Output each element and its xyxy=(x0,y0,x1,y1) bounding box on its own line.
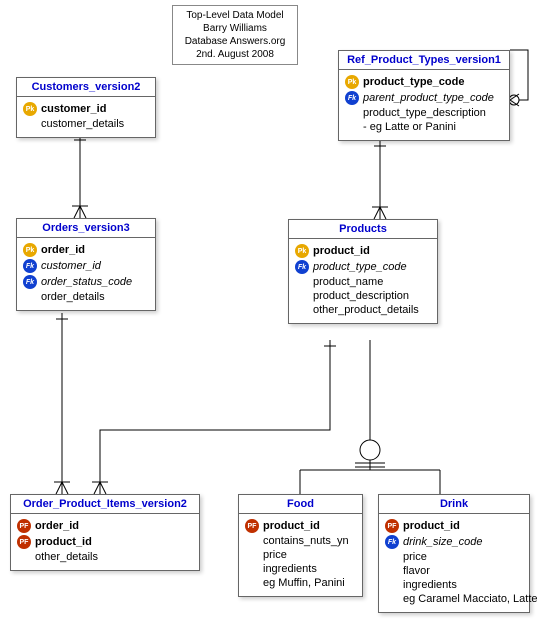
entity-products: Products Pk product_id Fk product_type_code… xyxy=(288,219,438,324)
attribute-row: Pk customer_id xyxy=(23,101,149,117)
attribute-row: PF order_id xyxy=(17,518,193,534)
attribute-label: contains_nuts_yn xyxy=(263,535,349,547)
attribute-label: product_id xyxy=(313,245,370,257)
attribute-label: product_type_code xyxy=(313,261,407,273)
entity-order-product-items: Order_Product_Items_version2 PForder_idP… xyxy=(10,494,200,571)
attribute-row: Pk order_id xyxy=(23,242,149,258)
attribute-label: customer_id xyxy=(41,103,106,115)
entity-body: PF product_id Fk drink_size_codeprice flavor… xyxy=(379,514,529,612)
attribute-label: product_id xyxy=(35,536,92,548)
attribute-row: other_details xyxy=(17,550,193,564)
entity-title: Orders_version3 xyxy=(17,219,155,238)
attribute-label: eg Caramel Macciato, Latte xyxy=(403,593,537,605)
attribute-row: eg Caramel Macciato, Latte xyxy=(385,592,523,606)
attribute-row: Fk drink_size_code xyxy=(385,534,523,550)
entity-title: Order_Product_Items_version2 xyxy=(11,495,199,514)
note-line: 2nd. August 2008 xyxy=(179,48,291,61)
entity-body: Pk order_id Fk customer_id Fk order_status_co… xyxy=(17,238,155,310)
attribute-row: PF product_id xyxy=(245,518,356,534)
attribute-row: Fk order_status_code xyxy=(23,274,149,290)
attribute-row: order_details xyxy=(23,290,149,304)
entity-ref-product-types: Ref_Product_Types_version1 Pk product_typ… xyxy=(338,50,510,141)
attribute-label: product_type_description xyxy=(363,107,486,119)
attribute-label: parent_product_type_code xyxy=(363,92,494,104)
entity-body: Pk product_type_code Fk parent_product_type… xyxy=(339,70,509,140)
attribute-row: product_description xyxy=(295,289,431,303)
note-line: Barry Williams xyxy=(179,22,291,35)
pf-key-icon: PF xyxy=(385,519,399,533)
note-line: Top-Level Data Model xyxy=(179,9,291,22)
attribute-row: Fk product_type_code xyxy=(295,259,431,275)
diagram-note: Top-Level Data Model Barry Williams Data… xyxy=(172,5,298,65)
entity-title: Food xyxy=(239,495,362,514)
fk-key-icon: Fk xyxy=(385,535,399,549)
entity-drink: Drink PF product_id Fk drink_size_codeprice… xyxy=(378,494,530,613)
attribute-label: product_id xyxy=(403,520,460,532)
attribute-row: eg Muffin, Panini xyxy=(245,576,356,590)
attribute-label: order_id xyxy=(35,520,79,532)
pf-key-icon: PF xyxy=(245,519,259,533)
pk-key-icon: Pk xyxy=(23,243,37,257)
attribute-row: other_product_details xyxy=(295,303,431,317)
attribute-label: order_status_code xyxy=(41,276,132,288)
attribute-row: price xyxy=(385,550,523,564)
entity-food: Food PF product_id contains_nuts_ynprice in… xyxy=(238,494,363,597)
attribute-label: flavor xyxy=(403,565,430,577)
attribute-row: PF product_id xyxy=(17,534,193,550)
attribute-label: eg Muffin, Panini xyxy=(263,577,345,589)
attribute-row: - eg Latte or Panini xyxy=(345,120,503,134)
attribute-label: product_id xyxy=(263,520,320,532)
entity-customers: Customers_version2 Pk customer_id customer… xyxy=(16,77,156,138)
attribute-label: other_product_details xyxy=(313,304,419,316)
attribute-label: ingredients xyxy=(263,563,317,575)
entity-body: PF order_id PF product_id other_details xyxy=(11,514,199,570)
entity-body: Pk product_id Fk product_type_code product_n… xyxy=(289,239,437,323)
attribute-label: price xyxy=(263,549,287,561)
attribute-row: customer_details xyxy=(23,117,149,131)
attribute-label: product_description xyxy=(313,290,409,302)
pf-key-icon: PF xyxy=(17,519,31,533)
entity-title: Ref_Product_Types_version1 xyxy=(339,51,509,70)
entity-body: Pk customer_id customer_details xyxy=(17,97,155,137)
pk-key-icon: Pk xyxy=(23,102,37,116)
attribute-row: ingredients xyxy=(385,578,523,592)
attribute-row: ingredients xyxy=(245,562,356,576)
attribute-row: flavor xyxy=(385,564,523,578)
entity-body: PF product_id contains_nuts_ynprice ingredi… xyxy=(239,514,362,596)
pf-key-icon: PF xyxy=(17,535,31,549)
fk-key-icon: Fk xyxy=(345,91,359,105)
attribute-label: order_id xyxy=(41,244,85,256)
attribute-row: product_type_description xyxy=(345,106,503,120)
attribute-label: product_name xyxy=(313,276,383,288)
attribute-label: product_type_code xyxy=(363,76,464,88)
pk-key-icon: Pk xyxy=(295,244,309,258)
attribute-label: customer_id xyxy=(41,260,101,272)
fk-key-icon: Fk xyxy=(295,260,309,274)
attribute-row: Pk product_type_code xyxy=(345,74,503,90)
attribute-row: contains_nuts_yn xyxy=(245,534,356,548)
entity-orders: Orders_version3 Pkorder_idFkcustomer_idF… xyxy=(16,218,156,311)
entity-title: Products xyxy=(289,220,437,239)
attribute-label: order_details xyxy=(41,291,105,303)
attribute-row: Fk parent_product_type_code xyxy=(345,90,503,106)
entity-title: Customers_version2 xyxy=(17,78,155,97)
attribute-label: other_details xyxy=(35,551,98,563)
attribute-label: customer_details xyxy=(41,118,124,130)
attribute-label: drink_size_code xyxy=(403,536,483,548)
fk-key-icon: Fk xyxy=(23,259,37,273)
attribute-label: ingredients xyxy=(403,579,457,591)
attribute-label: - eg Latte or Panini xyxy=(363,121,456,133)
attribute-row: price xyxy=(245,548,356,562)
attribute-row: PF product_id xyxy=(385,518,523,534)
attribute-row: product_name xyxy=(295,275,431,289)
attribute-label: price xyxy=(403,551,427,563)
attribute-row: Pk product_id xyxy=(295,243,431,259)
pk-key-icon: Pk xyxy=(345,75,359,89)
fk-key-icon: Fk xyxy=(23,275,37,289)
entity-title: Drink xyxy=(379,495,529,514)
note-line: Database Answers.org xyxy=(179,35,291,48)
attribute-row: Fk customer_id xyxy=(23,258,149,274)
